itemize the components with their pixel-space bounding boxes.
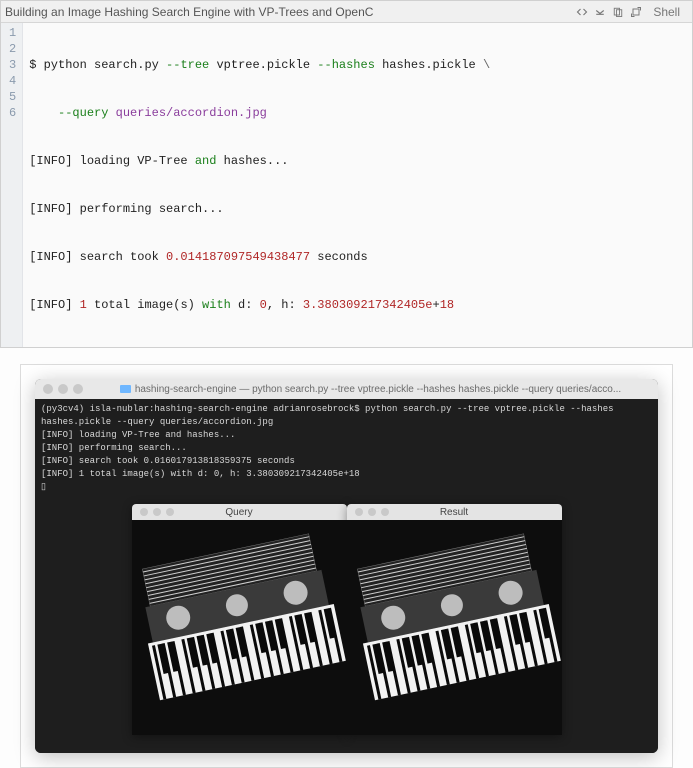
minimize-icon[interactable]: [368, 508, 376, 516]
terminal-output[interactable]: (py3cv4) isla-nublar:hashing-search-engi…: [35, 399, 658, 504]
toolbar-buttons: Shell: [573, 3, 688, 21]
code-area: 1 2 3 4 5 6 $ python search.py --tree vp…: [1, 23, 692, 347]
terminal-titlebar[interactable]: hashing-search-engine — python search.py…: [35, 379, 658, 399]
close-icon[interactable]: [140, 508, 148, 516]
close-icon[interactable]: [355, 508, 363, 516]
line-number: 5: [9, 89, 16, 105]
code-toggle-icon[interactable]: [573, 3, 591, 21]
line-number: 2: [9, 41, 16, 57]
copy-icon[interactable]: [609, 3, 627, 21]
image-results-row: Query: [35, 504, 658, 753]
line-number: 4: [9, 73, 16, 89]
code-content[interactable]: $ python search.py --tree vptree.pickle …: [23, 23, 496, 347]
cell-toolbar: Building an Image Hashing Search Engine …: [1, 1, 692, 23]
traffic-lights[interactable]: [43, 384, 83, 394]
zoom-icon[interactable]: [166, 508, 174, 516]
accordion-icon: [132, 520, 347, 735]
query-image: [132, 520, 347, 735]
query-titlebar[interactable]: Query: [132, 504, 347, 520]
query-image-window: Query: [132, 504, 347, 735]
cell-title: Building an Image Hashing Search Engine …: [5, 5, 573, 19]
terminal-title: hashing-search-engine — python search.py…: [91, 384, 650, 395]
query-title: Query: [182, 507, 297, 518]
result-image: [347, 520, 562, 735]
result-image-window: Result: [347, 504, 562, 735]
code-cell: Building an Image Hashing Search Engine …: [0, 0, 693, 348]
shell-label-button[interactable]: Shell: [645, 3, 688, 21]
line-number: 6: [9, 105, 16, 121]
result-titlebar[interactable]: Result: [347, 504, 562, 520]
expand-icon[interactable]: [627, 3, 645, 21]
result-title: Result: [397, 507, 512, 518]
line-number: 3: [9, 57, 16, 73]
line-number-gutter: 1 2 3 4 5 6: [1, 23, 23, 347]
zoom-icon[interactable]: [381, 508, 389, 516]
minimize-icon[interactable]: [153, 508, 161, 516]
collapse-icon[interactable]: [591, 3, 609, 21]
terminal-window: hashing-search-engine — python search.py…: [35, 379, 658, 753]
minimize-icon[interactable]: [58, 384, 68, 394]
close-icon[interactable]: [43, 384, 53, 394]
output-area: hashing-search-engine — python search.py…: [20, 364, 673, 768]
line-number: 1: [9, 25, 16, 41]
accordion-icon: [347, 520, 562, 735]
zoom-icon[interactable]: [73, 384, 83, 394]
folder-icon: [120, 385, 131, 393]
